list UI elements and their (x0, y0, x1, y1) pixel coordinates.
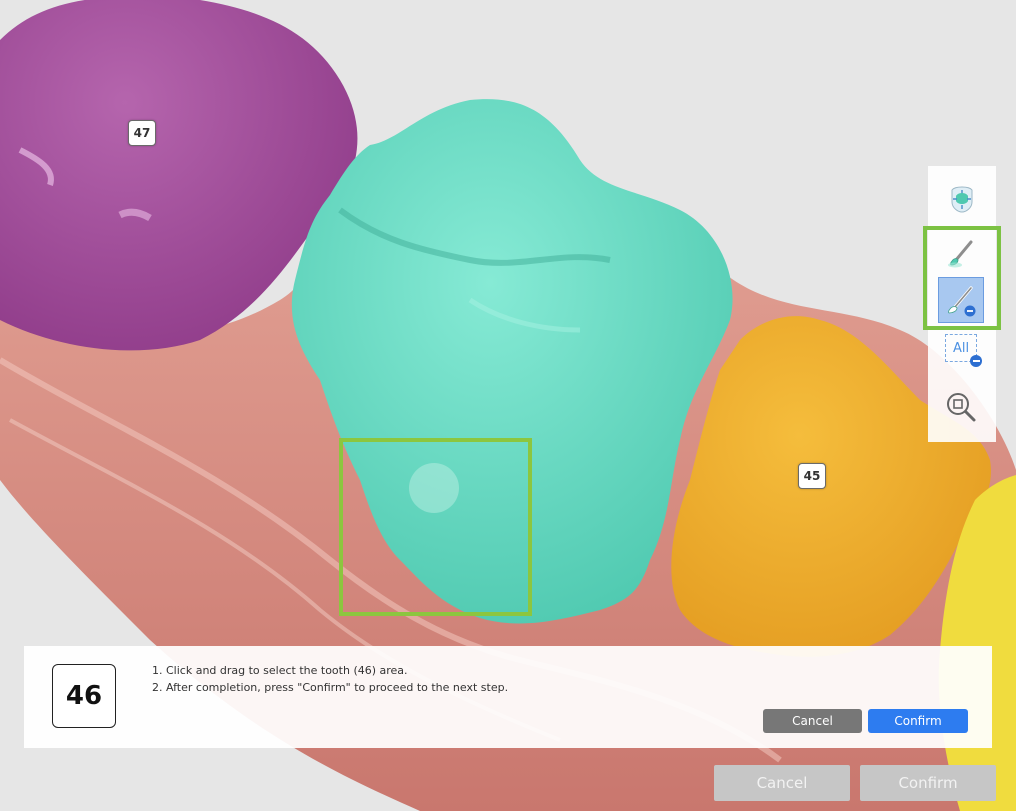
tooth-47-label: 47 (128, 120, 156, 146)
minus-badge-icon (970, 355, 982, 367)
instruction-panel: 46 1. Click and drag to select the tooth… (24, 646, 992, 748)
fit-view-icon (951, 186, 973, 213)
zoom-fit-icon (947, 393, 976, 422)
brush-add-icon (948, 240, 973, 268)
instruction-line-2: 2. After completion, press "Confirm" to … (152, 681, 509, 694)
footer-confirm-button[interactable]: Confirm (860, 765, 996, 801)
current-tooth-number: 46 (52, 664, 116, 728)
brush-cursor (409, 463, 459, 513)
brush-remove-button[interactable] (938, 277, 984, 323)
remove-all-icon: All (945, 334, 982, 367)
instruction-line-1: 1. Click and drag to select the tooth (4… (152, 664, 408, 677)
panel-confirm-button[interactable]: Confirm (868, 709, 968, 733)
brush-add-button[interactable] (938, 230, 984, 276)
zoom-fit-button[interactable] (938, 384, 984, 430)
footer-cancel-button[interactable]: Cancel (714, 765, 850, 801)
remove-all-button[interactable]: All (938, 326, 984, 370)
fit-view-button[interactable] (939, 176, 985, 222)
brush-remove-icon (948, 286, 976, 317)
tooth-45-label: 45 (798, 463, 826, 489)
panel-cancel-button[interactable]: Cancel (763, 709, 862, 733)
